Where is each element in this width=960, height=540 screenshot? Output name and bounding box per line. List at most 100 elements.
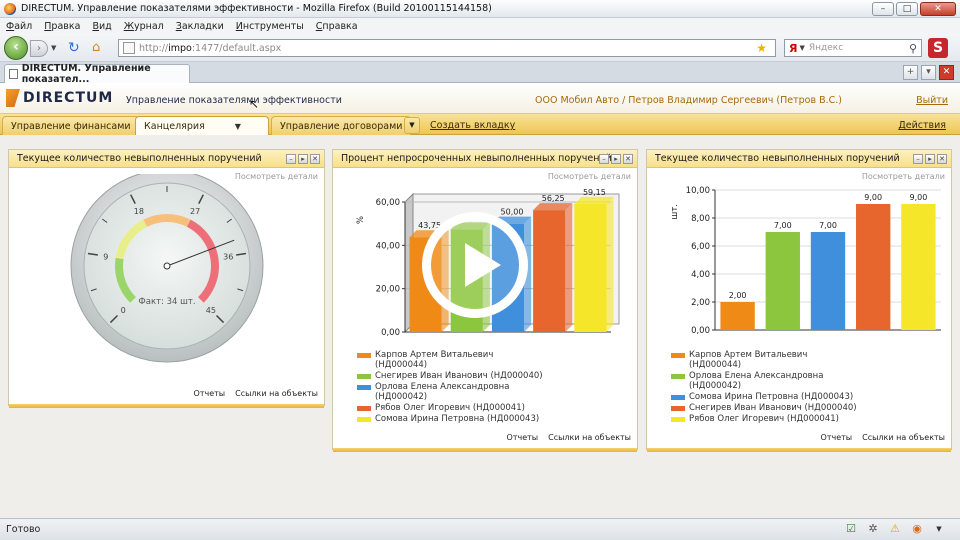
settings-widget-icon[interactable]: ▸ bbox=[611, 154, 621, 164]
bar bbox=[856, 204, 891, 330]
tab-contracts[interactable]: Управление договорами bbox=[271, 116, 412, 135]
gauge-tick-label: 0 bbox=[121, 306, 126, 315]
checkmark-icon[interactable]: ☑ bbox=[844, 522, 858, 536]
settings-widget-icon[interactable]: ▸ bbox=[298, 154, 308, 164]
gauge-tick-label: 9 bbox=[103, 252, 108, 261]
create-tab-link[interactable]: Создать вкладку bbox=[430, 120, 515, 131]
legend-item: Карпов Артем Витальевич (НД000044) bbox=[357, 350, 545, 370]
legend-label: Орлова Елена Александровна (НД000042) bbox=[375, 382, 510, 402]
legend-item: Орлова Елена Александровна (НД000042) bbox=[357, 382, 545, 402]
org-user-info: ООО Мобил Авто / Петров Владимир Сергеев… bbox=[535, 95, 842, 106]
search-input[interactable]: Яндекс bbox=[809, 43, 909, 53]
gauge-tick-label: 18 bbox=[134, 207, 144, 216]
count-chart-legend: Карпов Артем Витальевич (НД000044) Орлова… bbox=[671, 350, 859, 425]
gauge-fact-label: Факт: 34 шт. bbox=[138, 297, 195, 307]
maximize-button[interactable]: □ bbox=[896, 2, 918, 16]
y-tick-label: 20,00 bbox=[376, 285, 400, 295]
gauge-tick-label: 27 bbox=[190, 207, 200, 216]
minimize-widget-icon[interactable]: – bbox=[599, 154, 609, 164]
search-engine-dropdown-icon[interactable]: ▼ bbox=[799, 44, 804, 52]
app-tab-bar: Управление финансами Канцелярия ▼ Управле… bbox=[0, 114, 960, 135]
percent-chart-legend: Карпов Артем Витальевич (НД000044) Снегир… bbox=[357, 350, 545, 425]
search-bar[interactable]: Я ▼ Яндекс ⚲ bbox=[784, 39, 922, 57]
status-dropdown-icon[interactable]: ▼ bbox=[932, 522, 946, 536]
window-title-bar: DIRECTUM. Управление показателями эффект… bbox=[0, 0, 960, 18]
widget-title: Текущее количество невыполненных поручен… bbox=[17, 153, 262, 164]
legend-item: Орлова Елена Александровна (НД000042) bbox=[671, 371, 859, 391]
minimize-button[interactable]: – bbox=[872, 2, 894, 16]
yandex-icon[interactable]: Я bbox=[789, 42, 797, 55]
y-tick-label: 2,00 bbox=[691, 298, 710, 308]
close-window-button[interactable]: ✕ bbox=[920, 2, 956, 16]
object-links-link[interactable]: Ссылки на объекты bbox=[548, 433, 631, 442]
history-dropdown-icon[interactable]: ▼ bbox=[51, 44, 56, 52]
actions-link[interactable]: Действия bbox=[898, 120, 946, 131]
bar bbox=[765, 232, 800, 330]
close-widget-icon[interactable]: ✕ bbox=[623, 154, 633, 164]
bar bbox=[901, 204, 936, 330]
legend-swatch bbox=[357, 353, 371, 358]
menu-view[interactable]: Вид bbox=[92, 21, 111, 32]
legend-swatch bbox=[357, 385, 371, 390]
bar bbox=[574, 203, 607, 332]
minimize-widget-icon[interactable]: – bbox=[913, 154, 923, 164]
browser-tab[interactable]: DIRECTUM. Управление показател... bbox=[4, 63, 190, 85]
warning-icon[interactable]: ⚠ bbox=[888, 522, 902, 536]
addon-s-icon[interactable]: S bbox=[928, 38, 948, 58]
widget-header: Процент непросроченных невыполненных пор… bbox=[333, 150, 637, 168]
logout-link[interactable]: Выйти bbox=[916, 95, 948, 106]
minimize-widget-icon[interactable]: – bbox=[286, 154, 296, 164]
legend-label: Снегирев Иван Иванович (НД000040) bbox=[375, 371, 543, 381]
reload-icon[interactable]: ↻ bbox=[68, 40, 80, 56]
tab-list-icon[interactable]: ▾ bbox=[921, 65, 936, 80]
tab-finance[interactable]: Управление финансами bbox=[2, 116, 140, 135]
legend-label: Орлова Елена Александровна (НД000042) bbox=[689, 371, 824, 391]
widget-header: Текущее количество невыполненных поручен… bbox=[9, 150, 324, 168]
menu-help[interactable]: Справка bbox=[316, 21, 358, 32]
close-tab-icon[interactable]: ✕ bbox=[939, 65, 954, 80]
legend-swatch bbox=[357, 406, 371, 411]
gear-icon[interactable]: ✲ bbox=[866, 522, 880, 536]
new-tab-icon[interactable]: + bbox=[903, 65, 918, 80]
navigation-toolbar: ‹ › ▼ ↻ ⌂ http://impo:1477/default.aspx … bbox=[0, 34, 960, 62]
menu-history[interactable]: Журнал bbox=[124, 21, 164, 32]
tabs-dropdown-icon[interactable]: ▼ bbox=[404, 117, 420, 134]
legend-swatch bbox=[671, 406, 685, 411]
bookmark-star-icon[interactable]: ★ bbox=[756, 41, 767, 55]
settings-widget-icon[interactable]: ▸ bbox=[925, 154, 935, 164]
tab-office[interactable]: Канцелярия ▼ bbox=[135, 116, 269, 135]
bar-data-label: 7,00 bbox=[774, 221, 792, 230]
y-tick-label: 60,00 bbox=[376, 198, 400, 208]
address-bar[interactable]: http://impo:1477/default.aspx ★ bbox=[118, 39, 776, 57]
tab-dropdown-icon[interactable]: ▼ bbox=[235, 122, 241, 131]
forward-arrow-icon[interactable]: › bbox=[30, 40, 48, 57]
menu-tools[interactable]: Инструменты bbox=[236, 21, 304, 32]
menu-edit[interactable]: Правка bbox=[44, 21, 80, 32]
bar-data-label: 2,00 bbox=[729, 291, 747, 300]
close-widget-icon[interactable]: ✕ bbox=[937, 154, 947, 164]
menu-bookmarks[interactable]: Закладки bbox=[176, 21, 224, 32]
gauge-tick-label: 36 bbox=[223, 252, 233, 261]
close-widget-icon[interactable]: ✕ bbox=[310, 154, 320, 164]
legend-label: Рябов Олег Игоревич (НД000041) bbox=[689, 414, 839, 424]
video-play-button[interactable] bbox=[422, 212, 528, 318]
object-links-link[interactable]: Ссылки на объекты bbox=[235, 389, 318, 398]
firefox-status-icon[interactable]: ◉ bbox=[910, 522, 924, 536]
legend-swatch bbox=[671, 417, 685, 422]
back-arrow-icon[interactable]: ‹ bbox=[4, 36, 28, 60]
window-title: DIRECTUM. Управление показателями эффект… bbox=[21, 3, 492, 14]
legend-item: Снегирев Иван Иванович (НД000040) bbox=[671, 403, 859, 413]
reports-link[interactable]: Отчеты bbox=[507, 433, 539, 442]
magnifier-icon[interactable]: ⚲ bbox=[909, 42, 917, 55]
home-icon[interactable]: ⌂ bbox=[92, 40, 100, 55]
menu-file[interactable]: Файл bbox=[6, 21, 32, 32]
bar-data-label: 7,00 bbox=[819, 221, 837, 230]
menu-bar: Файл Правка Вид Журнал Закладки Инструме… bbox=[0, 18, 960, 34]
reports-link[interactable]: Отчеты bbox=[821, 433, 853, 442]
bar-side bbox=[606, 196, 614, 332]
bar bbox=[810, 232, 846, 330]
play-icon bbox=[465, 243, 501, 287]
reports-link[interactable]: Отчеты bbox=[194, 389, 226, 398]
url-text: http://impo:1477/default.aspx bbox=[139, 42, 282, 54]
object-links-link[interactable]: Ссылки на объекты bbox=[862, 433, 945, 442]
